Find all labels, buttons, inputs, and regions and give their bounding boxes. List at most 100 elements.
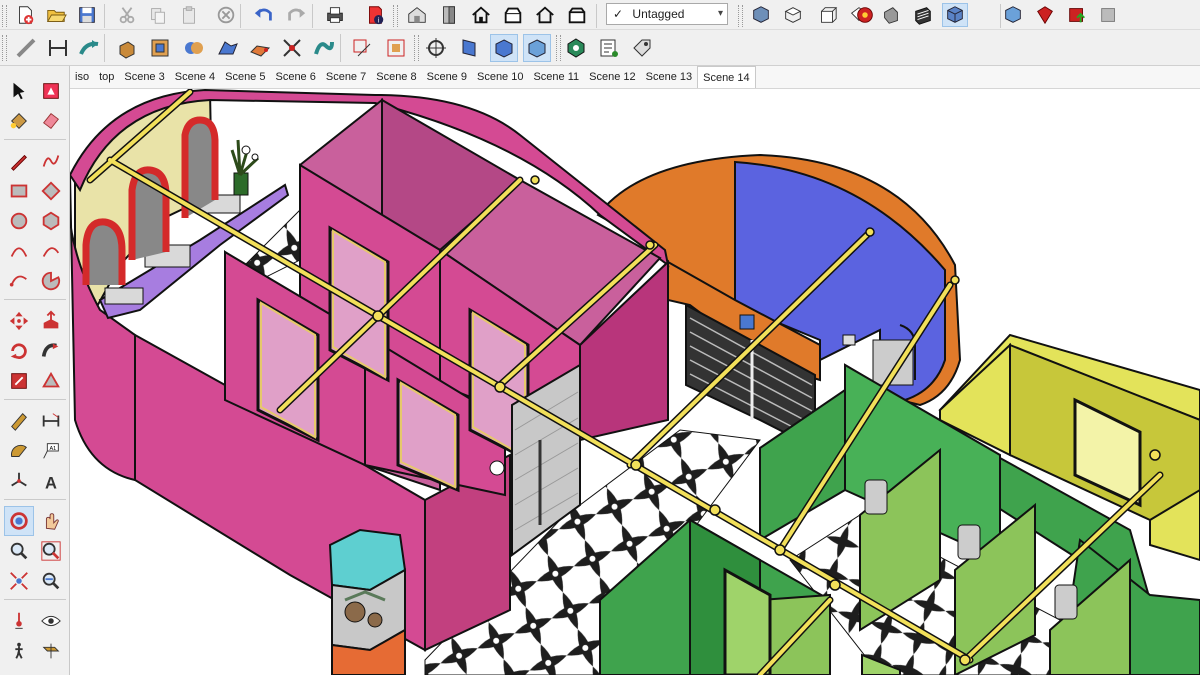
- tag-dropdown[interactable]: ✓ Untagged ▾: [606, 3, 728, 25]
- redo-button[interactable]: [283, 3, 309, 27]
- move-tool[interactable]: [4, 306, 34, 336]
- 3d-text-tool[interactable]: A: [36, 466, 66, 496]
- position-button[interactable]: [348, 34, 376, 62]
- shaded-textures-button[interactable]: [942, 3, 968, 27]
- house-button[interactable]: [532, 3, 558, 27]
- extension-box-button[interactable]: [564, 3, 590, 27]
- circle-tool[interactable]: [4, 206, 34, 236]
- make-component-tool[interactable]: [36, 76, 66, 106]
- three-point-arc-tool[interactable]: [4, 266, 34, 296]
- tape-measure-tool[interactable]: [4, 406, 34, 436]
- zoom-extents-icon: [8, 570, 30, 592]
- extension-ruby-button[interactable]: [1032, 3, 1058, 27]
- back-view-button[interactable]: [878, 3, 904, 27]
- scene-tab[interactable]: Scene 9: [422, 66, 472, 88]
- display-section-button[interactable]: [490, 34, 518, 62]
- copy-button[interactable]: [145, 3, 171, 27]
- orbit-tool[interactable]: [4, 506, 34, 536]
- path-button[interactable]: [310, 34, 338, 62]
- scene-tab[interactable]: Scene 10: [472, 66, 528, 88]
- top-view-button[interactable]: [780, 3, 806, 27]
- push-pull-box-button[interactable]: [112, 34, 140, 62]
- scale-tool-tool[interactable]: [4, 366, 34, 396]
- print-button[interactable]: [322, 3, 348, 27]
- dimensions-tool-tool[interactable]: [36, 406, 66, 436]
- select-arrow-tool[interactable]: [4, 76, 34, 106]
- freehand-tool[interactable]: [36, 146, 66, 176]
- scale-button[interactable]: [382, 34, 410, 62]
- scene-tab[interactable]: Scene 7: [321, 66, 371, 88]
- scene-tab[interactable]: Scene 6: [270, 66, 320, 88]
- knife-button[interactable]: [278, 34, 306, 62]
- iso-view-button[interactable]: [748, 3, 774, 27]
- scene-tab[interactable]: Scene 3: [119, 66, 169, 88]
- scene-tab[interactable]: Scene 11: [528, 66, 584, 88]
- open-file-button[interactable]: [43, 3, 69, 27]
- pencil-line-tool[interactable]: [4, 146, 34, 176]
- axes-tool[interactable]: [4, 466, 34, 496]
- extension-gray-button[interactable]: [1096, 3, 1122, 27]
- intersect-button[interactable]: [180, 34, 208, 62]
- view-section-button[interactable]: [455, 34, 483, 62]
- section-plane-line-button[interactable]: [12, 34, 40, 62]
- offset-button[interactable]: [146, 34, 174, 62]
- zoom-tool[interactable]: [4, 536, 34, 566]
- scene-tab[interactable]: Scene 8: [371, 66, 421, 88]
- section-fill-button[interactable]: [523, 34, 551, 62]
- extension-gear-button[interactable]: [852, 3, 878, 27]
- eraser-tool[interactable]: [36, 106, 66, 136]
- erase-delete-button[interactable]: [213, 3, 239, 27]
- rectangle-tool[interactable]: [4, 176, 34, 206]
- scene-tab[interactable]: Scene 14: [697, 66, 756, 88]
- pan-hand-tool[interactable]: [36, 506, 66, 536]
- look-around-eye-tool[interactable]: [36, 606, 66, 636]
- text-label-tool[interactable]: A1: [36, 436, 66, 466]
- position-camera-tool[interactable]: [4, 606, 34, 636]
- axis-target-button[interactable]: [422, 34, 450, 62]
- offset-tool-tool[interactable]: [36, 366, 66, 396]
- previous-view-tool[interactable]: [36, 566, 66, 596]
- arc-tool[interactable]: [4, 236, 34, 266]
- classifier-button[interactable]: [562, 34, 590, 62]
- walk-tool[interactable]: [4, 636, 34, 666]
- push-pull-tool[interactable]: [36, 306, 66, 336]
- generate-report-button[interactable]: [595, 34, 623, 62]
- share-component-button[interactable]: [500, 3, 526, 27]
- rotate-tool[interactable]: [4, 336, 34, 366]
- protractor-tool[interactable]: [4, 436, 34, 466]
- scene-tab[interactable]: Scene 13: [641, 66, 697, 88]
- dimension-button[interactable]: [44, 34, 72, 62]
- component-door-button[interactable]: [436, 3, 462, 27]
- model-viewport[interactable]: [70, 89, 1200, 675]
- scene-tab[interactable]: Scene 12: [584, 66, 640, 88]
- undo-button[interactable]: [251, 3, 277, 27]
- scene-tab[interactable]: iso: [70, 66, 94, 88]
- extrude-button[interactable]: [214, 34, 242, 62]
- zoom-extents-tool[interactable]: [4, 566, 34, 596]
- paste-button[interactable]: [176, 3, 202, 27]
- cut-button[interactable]: [114, 3, 140, 27]
- house-outline-button[interactable]: [468, 3, 494, 27]
- section-plane-tool-tool[interactable]: [36, 636, 66, 666]
- polygon-tool[interactable]: [36, 206, 66, 236]
- front-view-button[interactable]: [814, 3, 840, 27]
- scene-tab[interactable]: top: [94, 66, 119, 88]
- zoom-window-tool[interactable]: [36, 536, 66, 566]
- scene-tab[interactable]: Scene 5: [220, 66, 270, 88]
- new-file-button[interactable]: [12, 3, 38, 27]
- warehouse-house-button[interactable]: [404, 3, 430, 27]
- tag-tool-button[interactable]: [628, 34, 656, 62]
- pie-tool[interactable]: [36, 266, 66, 296]
- extension-upload-button[interactable]: [1064, 3, 1090, 27]
- follow-me-button[interactable]: [76, 34, 104, 62]
- two-point-arc-tool[interactable]: [36, 236, 66, 266]
- left-view-button[interactable]: [910, 3, 936, 27]
- shaded-button[interactable]: [1000, 3, 1026, 27]
- model-info-button[interactable]: i: [362, 3, 388, 27]
- sandbox-button[interactable]: [246, 34, 274, 62]
- scene-tab[interactable]: Scene 4: [170, 66, 220, 88]
- save-button[interactable]: [74, 3, 100, 27]
- rotated-rectangle-tool[interactable]: [36, 176, 66, 206]
- paint-bucket-tool[interactable]: [4, 106, 34, 136]
- follow-me-tool-tool[interactable]: [36, 336, 66, 366]
